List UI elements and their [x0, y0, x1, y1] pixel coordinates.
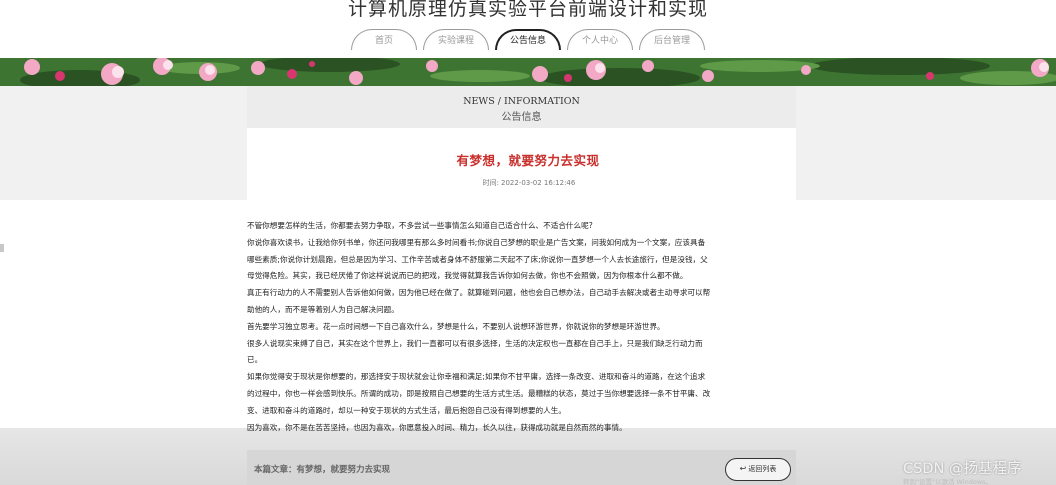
watermark: CSDN @扬基程序 — [903, 461, 1022, 477]
back-to-list-label: 返回列表 — [748, 465, 777, 473]
nav-item-profile[interactable]: 个人中心 — [567, 29, 633, 50]
article-line: 因为喜欢，你不是在苦苦坚持，也因为喜欢，你愿意投入时间、精力，长久以往，获得成功… — [247, 422, 627, 432]
current-article-label: 本篇文章：有梦想，就要努力去实现 — [254, 465, 391, 475]
article-time-value: 2022-03-02 16:12:46 — [501, 179, 576, 187]
site-title: 计算机原理仿真实验平台前端设计和实现 — [347, 0, 708, 20]
site-header: 计算机原理仿真实验平台前端设计和实现 首页 实验课程 公告信息 个人中心 后台管理 — [0, 0, 1056, 58]
article-line: 真正有行动力的人不需要别人告诉他如何做，因为他已经在做了。就算碰到问题，他也会自… — [247, 288, 711, 298]
article-line: 已。 — [247, 355, 263, 365]
article-time-label: 时间: — [482, 179, 499, 187]
article-time: 时间: 2022-03-02 16:12:46 — [0, 178, 1056, 188]
article-content: 不管你想要怎样的生活，你都要去努力争取，不多尝试一些事情怎么知道自己适合什么、不… — [247, 218, 797, 436]
back-to-list-button[interactable]: ↩ 返回列表 — [725, 458, 791, 481]
article-line: 你说你喜欢读书，让我给你列书单，你还问我哪里有那么多时间看书;你说自己梦想的职业… — [247, 237, 706, 247]
section-subheading: 公告信息 — [501, 112, 542, 123]
side-marker — [0, 244, 4, 252]
article-line: 的过程中，你也一样会感到快乐。所谓的成功，即是按照自己想要的生活方式生活。最糟糕… — [247, 388, 711, 398]
flower-banner — [0, 58, 1056, 86]
nav-item-admin[interactable]: 后台管理 — [639, 29, 705, 50]
article-line: 首先要学习独立思考。花一点时间想一下自己喜欢什么，梦想是什么，不要别人说想环游世… — [247, 321, 665, 331]
article-line: 母觉得危险。其实，我已经厌倦了你这样说说而已的把戏，我觉得就算我告诉你如何去做，… — [247, 271, 688, 281]
main-nav: 首页 实验课程 公告信息 个人中心 后台管理 — [0, 29, 1056, 53]
article-line: 不管你想要怎样的生活，你都要去努力争取，不多尝试一些事情怎么知道自己适合什么、不… — [247, 221, 593, 230]
article-title: 有梦想，就要努力去实现 — [456, 153, 600, 168]
article-line: 很多人说现实束缚了自己，其实在这个世界上，我们一直都可以有很多选择，生活的决定权… — [247, 338, 703, 348]
return-arrow-icon: ↩ — [739, 464, 747, 473]
nav-item-home[interactable]: 首页 — [351, 29, 417, 50]
nav-item-announcements[interactable]: 公告信息 — [495, 29, 561, 50]
article-footer: 本篇文章：有梦想，就要努力去实现 ↩ 返回列表 — [247, 450, 796, 485]
nav-item-courses[interactable]: 实验课程 — [423, 29, 489, 50]
section-heading: NEWS / INFORMATION — [463, 96, 580, 107]
windows-activation-note: 转到"设置"以激活 Windows。 — [903, 478, 993, 485]
article-line: 如果你觉得安于现状是你想要的，那选择安于现状就会让你幸福和满足;如果你不甘平庸，… — [247, 372, 706, 382]
article-line: 变、进取和奋斗的道路时，却以一种安于现状的方式生活，最后抱怨自己没有得到想要的人… — [247, 405, 566, 415]
article-line: 哪些素质;你说你计划晨跑，但总是因为学习、工作辛苦或者身体不舒服第二天起不了床;… — [247, 254, 708, 264]
article-line: 助他的人，而不是等着别人为自己解决问题。 — [247, 304, 399, 314]
